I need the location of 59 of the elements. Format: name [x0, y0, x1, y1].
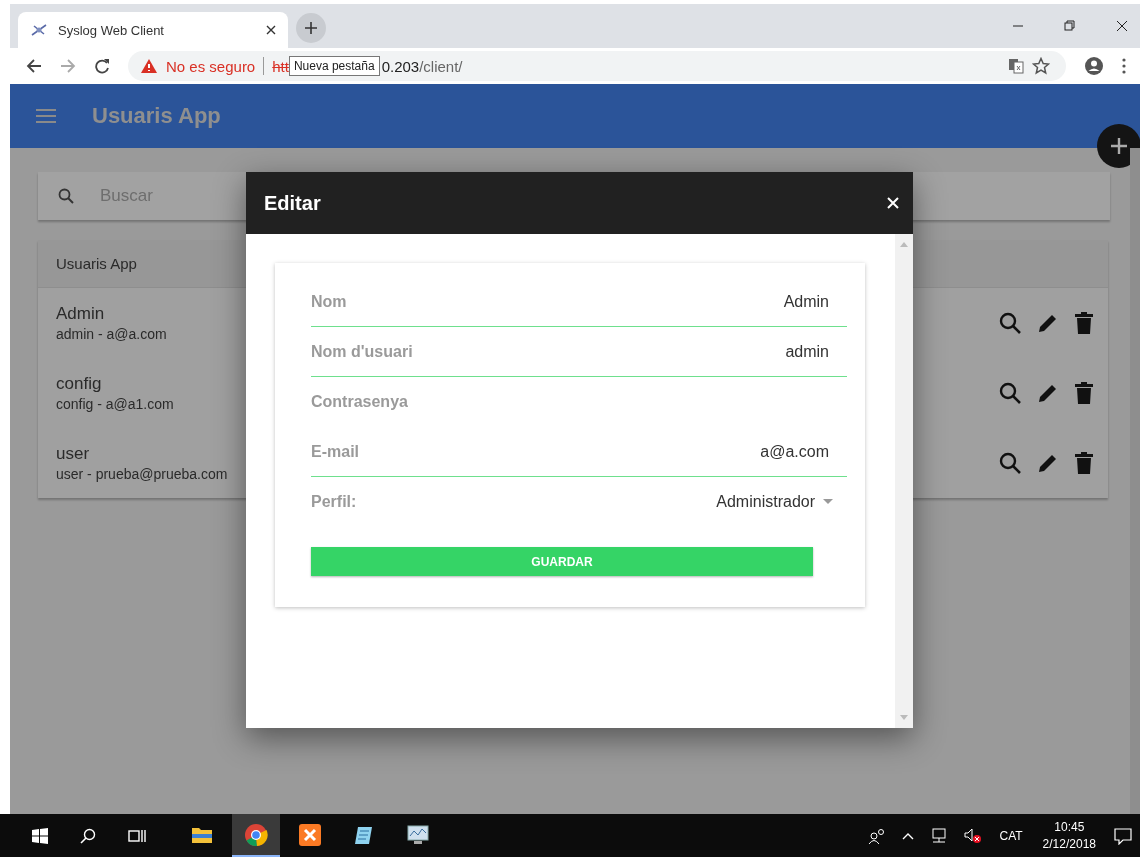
close-icon[interactable]	[1116, 20, 1128, 32]
list-header: Usuaris App	[56, 255, 137, 272]
account-icon[interactable]	[1084, 56, 1104, 76]
user-detail: config - a@a1.com	[56, 396, 174, 412]
monitor-icon	[406, 823, 430, 846]
trash-icon[interactable]	[1074, 311, 1094, 335]
close-icon[interactable]	[266, 25, 276, 35]
back-arrow-icon[interactable]	[26, 58, 42, 74]
volume-muted-icon[interactable]	[963, 827, 982, 844]
search-icon[interactable]	[80, 827, 96, 844]
search-icon	[58, 188, 74, 204]
browser-tab[interactable]: Syslog Web Client	[18, 12, 288, 48]
language-indicator[interactable]: CAT	[999, 828, 1023, 843]
xampp-icon	[299, 823, 321, 846]
windows-start-icon[interactable]	[32, 827, 48, 844]
url-scheme: htt	[272, 57, 289, 75]
user-name: Admin	[56, 304, 105, 324]
notification-icon[interactable]	[1114, 826, 1132, 845]
clock-time[interactable]: 10:45	[1054, 820, 1085, 834]
security-label: No es seguro	[166, 57, 256, 75]
url-path: /client/	[419, 57, 463, 75]
taskbar-app[interactable]	[232, 814, 280, 857]
restore-icon[interactable]	[1064, 20, 1076, 32]
tab-title: Syslog Web Client	[58, 22, 165, 38]
satellite-icon	[30, 23, 48, 37]
folder-icon	[191, 825, 213, 844]
trash-icon[interactable]	[1074, 381, 1094, 405]
chevron-up-icon[interactable]	[901, 831, 914, 840]
plus-icon	[1110, 137, 1128, 155]
menu-dots-icon[interactable]	[1122, 58, 1126, 74]
new-tab-button[interactable]	[296, 13, 326, 43]
task-view-icon[interactable]	[128, 827, 146, 844]
search-icon[interactable]	[998, 381, 1022, 405]
plus-icon	[304, 21, 318, 35]
user-name: config	[56, 374, 102, 394]
app-title: Usuaris App	[92, 103, 221, 129]
chrome-icon	[244, 822, 268, 847]
input-field[interactable]: E-mail a@a.com	[311, 427, 847, 477]
network-icon[interactable]	[929, 827, 948, 844]
search-icon[interactable]	[998, 451, 1022, 475]
user-detail: admin - a@a.com	[56, 326, 167, 342]
warning-icon	[140, 58, 158, 74]
user-name: user	[56, 444, 90, 464]
clock-date[interactable]: 2/12/2018	[1042, 837, 1096, 851]
dialog-title: Editar	[264, 191, 321, 215]
search-icon[interactable]	[998, 311, 1022, 335]
tooltip: Nueva pestaña	[288, 56, 380, 76]
people-icon[interactable]	[867, 827, 886, 844]
trash-icon[interactable]	[1074, 451, 1094, 475]
star-icon[interactable]	[1032, 57, 1050, 75]
input-field[interactable]: Nom Admin	[311, 277, 847, 327]
url-host: 0.203	[381, 57, 420, 75]
address-bar[interactable]: No es seguro htt Nueva pestaña 0.203/client/	[128, 51, 1066, 81]
input-field[interactable]: Nom d'usuari admin	[311, 327, 847, 377]
user-detail: user - prueba@prueba.com	[56, 466, 228, 482]
translate-icon[interactable]	[1008, 58, 1024, 74]
reload-icon[interactable]	[94, 58, 110, 74]
scrollbar[interactable]	[1130, 148, 1140, 814]
profile-select[interactable]: Perfil: Administrador	[311, 477, 847, 527]
